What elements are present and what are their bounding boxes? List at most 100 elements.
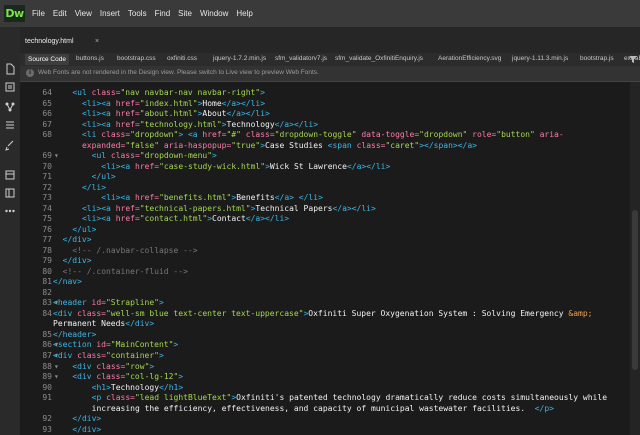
code-token: </h1> — [159, 382, 184, 392]
code-token: > — [158, 298, 164, 308]
code-line[interactable]: 79 </div> — [20, 256, 630, 266]
code-line[interactable]: 90 <h1>Technology</h1> — [20, 383, 630, 393]
code-token: "well-sm blue text-center text-uppercase… — [105, 308, 304, 318]
menu-help[interactable]: Help — [236, 9, 252, 18]
code-token: </a></li> — [221, 98, 266, 108]
file-bootstrap-css[interactable]: bootstrap.css — [117, 55, 156, 62]
code-line[interactable]: increasing the efficiency, effectiveness… — [20, 404, 630, 414]
code-token: <span — [327, 140, 352, 150]
page-icon[interactable] — [4, 81, 16, 93]
code-line[interactable]: 86 ▾ <section id="MainContent"> — [20, 340, 630, 350]
document-tab[interactable]: technology.html — [25, 38, 74, 45]
file-sfm-validator[interactable]: sfm_validatorv7.js — [275, 55, 327, 62]
fold-arrow-icon[interactable]: ▾ — [54, 372, 59, 382]
code-token: "benefits.html" — [159, 193, 232, 203]
code-line[interactable]: 80 <!-- /.container-fluid --> — [20, 267, 630, 277]
fold-arrow-icon[interactable]: ▾ — [54, 362, 59, 372]
code-token: <li><a — [81, 109, 111, 119]
code-text: <li><a href="about.html">About</a></li> — [82, 109, 270, 119]
code-line[interactable]: 74 <li><a href="technical-papers.html">Te… — [20, 204, 630, 214]
close-tab-icon[interactable]: × — [95, 38, 99, 45]
filter-icon[interactable] — [629, 56, 637, 63]
menu-edit[interactable]: Edit — [53, 9, 67, 18]
menu-view[interactable]: View — [75, 9, 92, 18]
menu-file[interactable]: File — [32, 9, 45, 18]
code-line[interactable]: 69 ▾ <ul class="dropdown-menu"> — [20, 151, 630, 161]
code-token: "dropdown-menu" — [139, 151, 213, 161]
code-line[interactable]: 91 <p class="lead lightBlueText">Oxfiniti… — [20, 393, 630, 403]
file-aeration-svg[interactable]: AerationEfficiency.svg — [438, 55, 501, 62]
code-token: </a></li> — [245, 214, 290, 224]
code-line[interactable]: 76 </ul> — [20, 225, 630, 235]
file-source-code[interactable]: Source Code — [25, 54, 69, 65]
brush-icon[interactable] — [4, 139, 16, 151]
code-line[interactable]: 87 ▾ <div class="container"> — [20, 351, 630, 361]
code-line[interactable]: 72 </li> — [20, 183, 630, 193]
code-line[interactable]: 85 </header> — [20, 330, 630, 340]
code-token: "index.html" — [139, 98, 198, 108]
code-token: "about.html" — [139, 109, 198, 119]
code-line[interactable]: 92 </div> — [20, 414, 630, 424]
code-line[interactable]: 68 <li class="dropdown"> <a href="#" clas… — [20, 130, 630, 140]
line-number: 78 — [42, 245, 52, 255]
code-line[interactable]: 65 <li><a href="index.html">Home</a></li> — [20, 99, 630, 109]
menu-site[interactable]: Site — [178, 9, 192, 18]
code-token: "#" — [226, 130, 241, 140]
code-line[interactable]: 71 </ul> — [20, 172, 630, 182]
info-message: Web Fonts are not rendered in the Design… — [38, 69, 319, 76]
file-icon[interactable] — [4, 63, 16, 75]
code-token: href= — [110, 214, 140, 224]
menu-tools[interactable]: Tools — [128, 9, 147, 18]
code-line[interactable]: expanded="false" aria-haspopup="true">Ca… — [20, 141, 630, 151]
code-line[interactable]: 89 ▾ <div class="col-lg-12"> — [20, 372, 630, 382]
code-line[interactable]: 78 <!-- /.navbar-collapse --> — [20, 246, 630, 256]
code-line[interactable]: 84 <div class="well-sm blue text-center t… — [20, 309, 630, 319]
code-token: > <a — [178, 130, 198, 140]
file-jquery-1113[interactable]: jquery-1.11.3.min.js — [512, 55, 568, 62]
code-line[interactable]: 70 <li><a href="case-study-wick.html">Wic… — [20, 162, 630, 172]
code-line[interactable]: Permanent Needs</div> — [20, 319, 630, 329]
code-line[interactable]: 73 <li><a href="benefits.html">Benefits</… — [20, 193, 630, 203]
code-editor[interactable]: 64 <ul class="nav navbar-nav navbar-right… — [20, 82, 630, 435]
code-text: <p class="lead lightBlueText">Oxfiniti's… — [92, 393, 607, 403]
code-line[interactable]: 83 ▾ <header id="Strapline"> — [20, 298, 630, 308]
document-tab-bar: technology.html × — [20, 27, 640, 54]
scrollbar-thumb[interactable] — [632, 210, 638, 370]
code-line[interactable]: 67 <li><a href="technology.html">Technolo… — [20, 120, 630, 130]
code-token: id= — [86, 298, 106, 308]
file-buttons-js[interactable]: buttons.js — [76, 55, 104, 62]
line-number: 66 — [42, 109, 52, 119]
file-oxfiniti-css[interactable]: oxfiniti.css — [167, 55, 197, 62]
code-line[interactable]: 88 ▾ <div class="row"> — [20, 362, 630, 372]
code-text: <li><a href="technology.html">Technology… — [82, 120, 318, 130]
file-jquery-172[interactable]: jquery-1.7.2.min.js — [213, 55, 266, 62]
menu-window[interactable]: Window — [200, 9, 228, 18]
dom-icon[interactable] — [4, 119, 16, 131]
code-line[interactable]: 75 <li><a href="contact.html">Contact</a>… — [20, 214, 630, 224]
code-text: increasing the efficiency, effectiveness… — [92, 404, 554, 414]
panel-icon[interactable] — [4, 169, 16, 181]
code-token: data-toggle= — [356, 130, 420, 140]
tree-icon[interactable] — [4, 101, 16, 113]
code-line[interactable]: 81 </nav> — [20, 277, 630, 287]
code-line[interactable]: 66 <li><a href="about.html">About</a></li… — [20, 109, 630, 119]
panel2-icon[interactable] — [4, 187, 16, 199]
file-bootstrap-js[interactable]: bootstrap.js — [580, 55, 614, 62]
code-token: <div — [72, 361, 92, 371]
menu-insert[interactable]: Insert — [100, 9, 120, 18]
code-token: ></span></a> — [419, 140, 477, 150]
code-token: "contact.html" — [139, 214, 208, 224]
code-line[interactable]: 82 — [20, 288, 630, 298]
code-token: class= — [351, 140, 386, 150]
fold-arrow-icon[interactable]: ▾ — [54, 151, 59, 161]
file-sfm-validate-enquiry[interactable]: sfm_validate_OxfinitiEnquiry.js — [335, 55, 423, 62]
menu-find[interactable]: Find — [155, 9, 171, 18]
more-icon[interactable] — [4, 205, 16, 217]
code-line[interactable]: 93 </div> — [20, 425, 630, 435]
code-token: "technical-papers.html" — [139, 203, 251, 213]
code-text: Permanent Needs</div> — [53, 319, 154, 329]
line-number: 91 — [42, 393, 52, 403]
code-line[interactable]: 64 <ul class="nav navbar-nav navbar-right… — [20, 88, 630, 98]
code-token: "col-lg-12" — [125, 372, 179, 382]
code-line[interactable]: 77 </div> — [20, 235, 630, 245]
